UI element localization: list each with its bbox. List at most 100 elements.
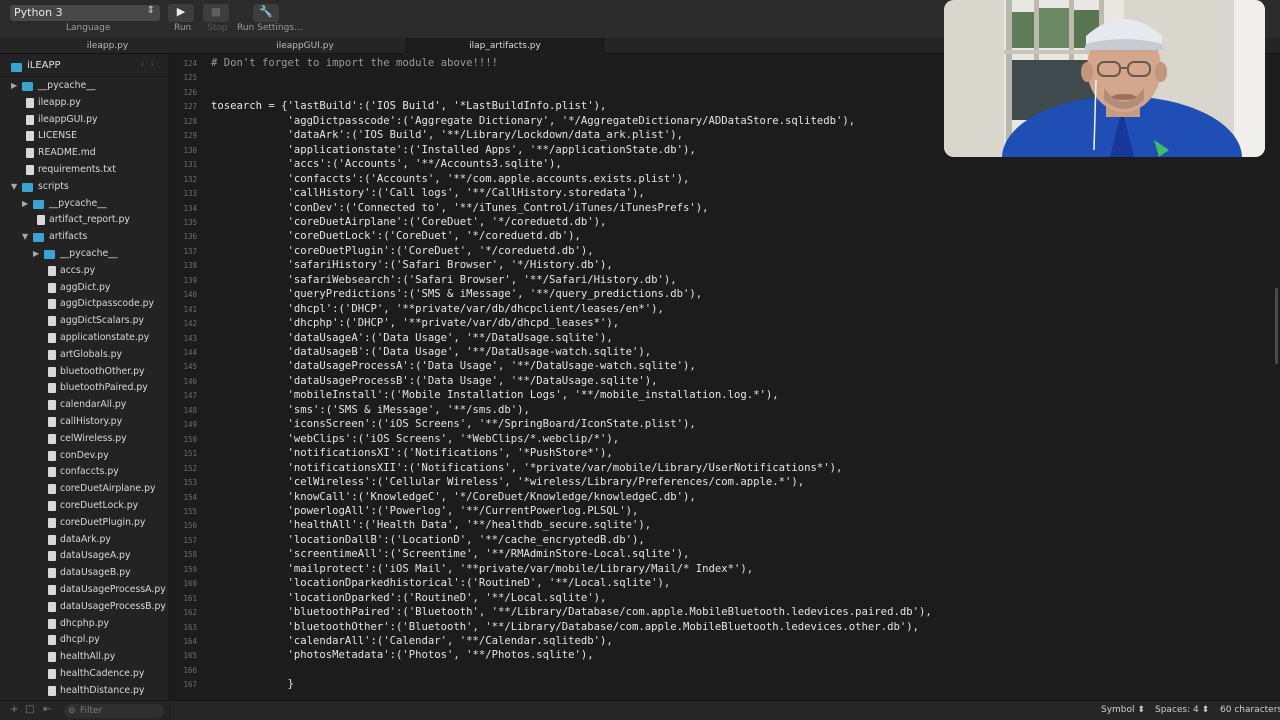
sidebar-file[interactable]: coreDuetPlugin.py xyxy=(0,515,169,532)
code-line[interactable]: 'safariWebsearch':('Safari Browser', '**… xyxy=(211,274,677,286)
code-line[interactable]: 'bluetoothPaired':('Bluetooth', '**/Libr… xyxy=(211,606,932,618)
code-line[interactable]: 'safariHistory':('Safari Browser', '*/Hi… xyxy=(211,259,613,271)
sidebar-file[interactable]: dhcpl.py xyxy=(0,632,169,649)
sidebar-file[interactable]: requirements.txt xyxy=(0,162,169,179)
sidebar-file[interactable]: artGlobals.py xyxy=(0,347,169,364)
sidebar-file[interactable]: README.md xyxy=(0,145,169,162)
code-line[interactable]: 'dhcphp':('DHCP', '**private/var/db/dhcp… xyxy=(211,317,620,329)
navigation-arrows-icon[interactable]: ‹› xyxy=(141,60,160,70)
code-line[interactable]: 'bluetoothOther':('Bluetooth', '**/Libra… xyxy=(211,621,919,633)
code-line[interactable]: 'knowCall':('KnowledgeC', '*/CoreDuet/Kn… xyxy=(211,491,696,503)
sidebar-file[interactable]: healthDistance.py xyxy=(0,683,169,700)
collapse-icon[interactable]: ⇤ xyxy=(43,704,51,715)
code-line[interactable]: 'queryPredictions':('SMS & iMessage', '*… xyxy=(211,288,703,300)
code-line[interactable]: } xyxy=(211,678,294,690)
code-line[interactable]: 'photosMetadata':('Photos', '**/Photos.s… xyxy=(211,649,594,661)
code-line[interactable]: 'dataUsageB':('Data Usage', '**/DataUsag… xyxy=(211,346,652,358)
sidebar-file[interactable]: dataUsageProcessB.py xyxy=(0,599,169,616)
sidebar-file[interactable]: bluetoothPaired.py xyxy=(0,380,169,397)
filter-input[interactable]: ⊚ Filter xyxy=(64,704,164,718)
code-line[interactable]: 'dataUsageProcessA':('Data Usage', '**/D… xyxy=(211,360,696,372)
sidebar-folder[interactable]: ▶ __pycache__ xyxy=(0,78,169,95)
sidebar-file[interactable]: aggDict.py xyxy=(0,280,169,297)
sidebar-file[interactable]: conDev.py xyxy=(0,448,169,465)
sidebar-folder[interactable]: ▶ __pycache__ xyxy=(0,246,169,263)
sidebar-folder[interactable]: ▼ artifacts xyxy=(0,229,169,246)
language-select[interactable]: Python 3 ⇕ xyxy=(10,5,160,21)
code-line[interactable]: 'sms':('SMS & iMessage', '**/sms.db'), xyxy=(211,404,530,416)
sidebar-file[interactable]: coreDuetLock.py xyxy=(0,498,169,515)
code-line[interactable]: 'locationDparkedhistorical':('RoutineD',… xyxy=(211,577,671,589)
run-button[interactable]: ▶ xyxy=(168,4,194,22)
disclosure-open-icon[interactable]: ▼ xyxy=(22,232,28,241)
sidebar-folder[interactable]: ▼ scripts xyxy=(0,179,169,196)
code-line[interactable]: 'applicationstate':('Installed Apps', '*… xyxy=(211,144,696,156)
tab-ileapp[interactable]: ileapp.py xyxy=(0,38,215,54)
sidebar-file[interactable]: ileappGUI.py xyxy=(0,112,169,129)
code-line[interactable]: 'healthAll':('Health Data', '**/healthdb… xyxy=(211,519,652,531)
code-line[interactable]: 'locationDparked':('RoutineD', '**/Local… xyxy=(211,592,607,604)
project-header[interactable]: iLEAPP ‹› xyxy=(0,55,169,77)
code-line[interactable]: 'notificationsXII':('Notifications', '*p… xyxy=(211,462,843,474)
sidebar-file[interactable]: LICENSE xyxy=(0,128,169,145)
disclosure-closed-icon[interactable]: ▶ xyxy=(11,81,17,90)
code-line[interactable]: 'coreDuetAirplane':('CoreDuet', '*/cored… xyxy=(211,216,607,228)
code-line[interactable]: 'mailprotect':('iOS Mail', '**private/va… xyxy=(211,563,754,575)
code-line[interactable]: 'dataArk':('IOS Build', '**/Library/Lock… xyxy=(211,129,683,141)
code-line[interactable]: 'celWireless':('Cellular Wireless', '*wi… xyxy=(211,476,805,488)
tab-ilap-artifacts[interactable]: ilap_artifacts.py xyxy=(405,38,605,54)
sidebar-file[interactable]: confaccts.py xyxy=(0,464,169,481)
code-line[interactable]: 'dhcpl':('DHCP', '**private/var/db/dhcpc… xyxy=(211,303,664,315)
sidebar-file[interactable]: aggDictpasscode.py xyxy=(0,296,169,313)
disclosure-closed-icon[interactable]: ▶ xyxy=(22,199,28,208)
code-line[interactable]: 'accs':('Accounts', '**/Accounts3.sqlite… xyxy=(211,158,562,170)
new-folder-icon[interactable]: □ xyxy=(25,704,34,715)
sidebar-file[interactable]: healthAll.py xyxy=(0,649,169,666)
sidebar-file[interactable]: healthCadence.py xyxy=(0,666,169,683)
sidebar-file[interactable]: callHistory.py xyxy=(0,414,169,431)
sidebar-file[interactable]: aggDictScalars.py xyxy=(0,313,169,330)
code-line[interactable]: 'webClips':('iOS Screens', '*WebClips/*.… xyxy=(211,433,620,445)
disclosure-closed-icon[interactable]: ▶ xyxy=(33,249,39,258)
code-line[interactable]: 'calendarAll':('Calendar', '**/Calendar.… xyxy=(211,635,613,647)
sidebar-file[interactable]: ileapp.py xyxy=(0,95,169,112)
sidebar-file[interactable]: artifact_report.py xyxy=(0,212,169,229)
code-line[interactable]: 'locationDallB':('LocationD', '**/cache_… xyxy=(211,534,645,546)
code-line[interactable]: 'aggDictpasscode':('Aggregate Dictionary… xyxy=(211,115,856,127)
code-line[interactable]: 'dataUsageA':('Data Usage', '**/DataUsag… xyxy=(211,332,613,344)
code-line[interactable]: # Don't forget to import the module abov… xyxy=(211,57,498,69)
tab-ileappgui[interactable]: ileappGUI.py xyxy=(200,38,410,54)
sidebar-file[interactable]: bluetoothOther.py xyxy=(0,364,169,381)
code-line[interactable]: 'conDev':('Connected to', '**/iTunes_Con… xyxy=(211,202,709,214)
sidebar-folder[interactable]: ▶ __pycache__ xyxy=(0,196,169,213)
spaces-menu[interactable]: Spaces: 4 ⬍ xyxy=(1155,705,1209,715)
stop-button[interactable]: ■ xyxy=(203,4,229,22)
add-icon[interactable]: + xyxy=(10,704,18,715)
code-line[interactable]: 'callHistory':('Call logs', '**/CallHist… xyxy=(211,187,645,199)
code-line[interactable]: 'iconsScreen':('iOS Screens', '**/Spring… xyxy=(211,418,696,430)
code-line[interactable]: 'dataUsageProcessB':('Data Usage', '**/D… xyxy=(211,375,658,387)
sidebar-file[interactable]: accs.py xyxy=(0,263,169,280)
sidebar-file[interactable]: dataUsageB.py xyxy=(0,565,169,582)
sidebar-file[interactable]: dataArk.py xyxy=(0,532,169,549)
code-line[interactable]: 'confaccts':('Accounts', '**/com.apple.a… xyxy=(211,173,690,185)
code-line[interactable]: 'coreDuetLock':('CoreDuet', '*/coreduetd… xyxy=(211,230,581,242)
code-line[interactable]: 'coreDuetPlugin':('CoreDuet', '*/coredue… xyxy=(211,245,594,257)
symbol-menu[interactable]: Symbol ⬍ xyxy=(1101,705,1145,715)
code-line[interactable]: 'notificationsXI':('Notifications', '*Pu… xyxy=(211,447,613,459)
sidebar-file[interactable]: dataUsageA.py xyxy=(0,548,169,565)
code-line[interactable]: 'powerlogAll':('Powerlog', '**/CurrentPo… xyxy=(211,505,639,517)
code-line[interactable]: 'mobileInstall':('Mobile Installation Lo… xyxy=(211,389,779,401)
sidebar-file[interactable]: dhcphp.py xyxy=(0,616,169,633)
sidebar-file[interactable]: applicationstate.py xyxy=(0,330,169,347)
sidebar-file[interactable]: coreDuetAirplane.py xyxy=(0,481,169,498)
sidebar-file[interactable]: dataUsageProcessA.py xyxy=(0,582,169,599)
sidebar-file[interactable]: calendarAll.py xyxy=(0,397,169,414)
run-settings-button[interactable]: 🔧 xyxy=(253,4,279,22)
sidebar-file[interactable]: celWireless.py xyxy=(0,431,169,448)
line-number: 153 xyxy=(183,478,197,488)
disclosure-open-icon[interactable]: ▼ xyxy=(11,182,17,191)
code-line[interactable]: tosearch = {'lastBuild':('IOS Build', '*… xyxy=(211,100,606,112)
code-line[interactable]: 'screentimeAll':('Screentime', '**/RMAdm… xyxy=(211,548,690,560)
vertical-scrollbar[interactable] xyxy=(1275,288,1278,364)
